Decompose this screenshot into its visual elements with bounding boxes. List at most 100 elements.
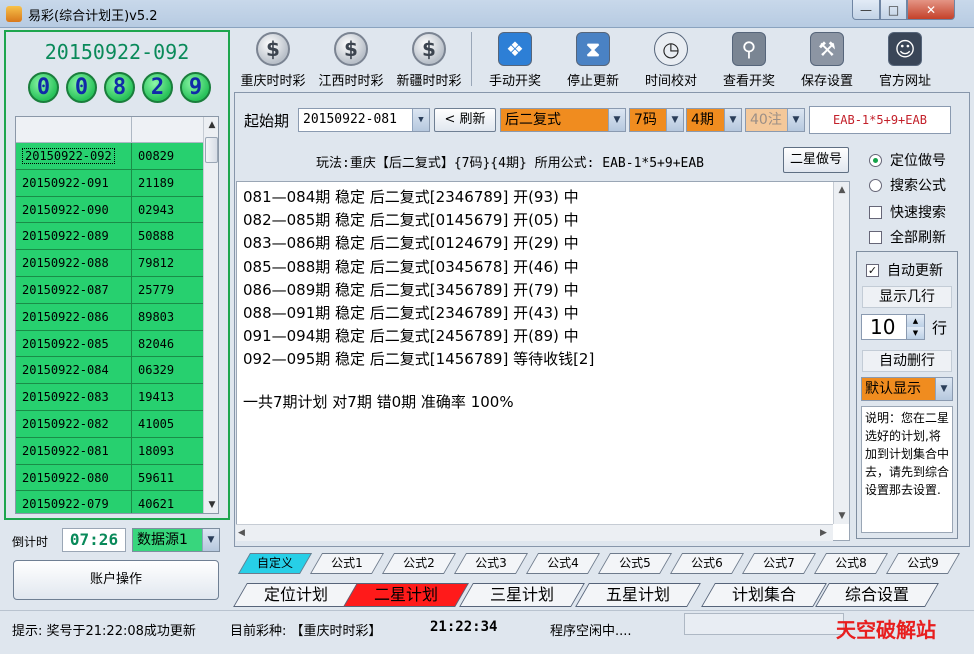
- minimize-button[interactable]: —: [852, 0, 880, 20]
- formula-tab-0[interactable]: 自定义: [237, 553, 313, 574]
- history-table[interactable]: 20150922-092 00829 20150922-091 21189 201509…: [15, 116, 219, 514]
- chevron-down-icon[interactable]: ▼: [724, 109, 741, 131]
- table-row[interactable]: 20150922-081 18093: [16, 437, 203, 465]
- period-text: 20150922-086: [22, 309, 109, 324]
- checkbox-unchecked-icon[interactable]: [869, 205, 882, 219]
- table-row[interactable]: 20150922-085 82046: [16, 330, 203, 358]
- plan-tab-4[interactable]: 计划集合: [701, 583, 827, 607]
- start-period-select[interactable]: 20150922-081 ▼: [298, 108, 430, 132]
- close-button[interactable]: ✕: [907, 0, 955, 20]
- window-title: 易彩(综合计划王)v5.2: [28, 9, 158, 24]
- table-row[interactable]: 20150922-082 41005: [16, 411, 203, 438]
- checkbox-refresh-all[interactable]: 全部刷新: [869, 227, 946, 247]
- radio-position-mode[interactable]: 定位做号: [869, 150, 946, 170]
- toolbar-button-6[interactable]: ◷ 时间校对: [632, 32, 710, 89]
- plan-tab-0[interactable]: 定位计划: [233, 583, 359, 607]
- bets-select[interactable]: 40注 ▼: [745, 108, 805, 132]
- display-mode-select[interactable]: 默认显示 ▼: [861, 377, 953, 401]
- plan-tab-5[interactable]: 综合设置: [815, 583, 939, 607]
- toolbar-label: 重庆时时彩: [240, 74, 306, 89]
- table-scrollbar[interactable]: ▲ ▼: [203, 117, 218, 513]
- table-row[interactable]: 20150922-087 25779: [16, 277, 203, 304]
- toolbar-button-4[interactable]: ❖ 手动开奖: [476, 32, 554, 89]
- formula-tab-6[interactable]: 公式6: [669, 553, 745, 574]
- toolbar-button-7[interactable]: ⚲ 查看开奖: [710, 32, 788, 89]
- watermark-text: 天空破解站: [836, 618, 936, 642]
- toolbar-label: 新疆时时彩: [396, 74, 462, 89]
- scroll-down-icon[interactable]: ▼: [204, 497, 218, 513]
- scroll-up-icon[interactable]: ▲: [204, 117, 218, 133]
- radio-selected-icon[interactable]: [869, 153, 882, 167]
- results-horizontal-scrollbar[interactable]: ◀ ▶: [236, 524, 833, 541]
- dollar-coin-icon: $: [256, 32, 290, 66]
- checkbox-quick-search[interactable]: 快速搜索: [869, 202, 946, 222]
- plan-tab-1[interactable]: 二星计划: [343, 583, 469, 607]
- chevron-down-icon[interactable]: ▼: [666, 109, 683, 131]
- checkbox-checked-icon[interactable]: ✓: [866, 263, 879, 277]
- formula-tab-8[interactable]: 公式8: [813, 553, 889, 574]
- table-row[interactable]: 20150922-079 40621: [16, 491, 203, 513]
- scroll-up-icon[interactable]: ▲: [834, 182, 850, 198]
- datasource-select[interactable]: 数据源1 ▼: [132, 528, 220, 552]
- period-cell: 20150922-089: [16, 223, 132, 251]
- checkbox-auto-update[interactable]: ✓ 自动更新: [866, 260, 943, 280]
- scroll-thumb[interactable]: [205, 137, 218, 163]
- checkbox-unchecked-icon[interactable]: [869, 230, 882, 244]
- table-row[interactable]: 20150922-088 79812: [16, 250, 203, 277]
- formula-tab-5[interactable]: 公式5: [597, 553, 673, 574]
- table-row[interactable]: 20150922-083 19413: [16, 384, 203, 411]
- play-type-select[interactable]: 后二复式 ▼: [500, 108, 626, 132]
- formula-tab-3[interactable]: 公式3: [453, 553, 529, 574]
- code-cell: 18093: [132, 437, 203, 465]
- plan-results-textarea[interactable]: 081—084期 稳定 后二复式[2346789] 开(93) 中 082—085…: [236, 181, 850, 541]
- formula-tab-7[interactable]: 公式7: [741, 553, 817, 574]
- code-cell: 06329: [132, 357, 203, 385]
- chevron-down-icon[interactable]: ▼: [787, 109, 804, 131]
- scroll-down-icon[interactable]: ▼: [834, 508, 850, 524]
- formula-tab-9[interactable]: 公式9: [885, 553, 961, 574]
- scroll-right-icon[interactable]: ▶: [820, 525, 827, 542]
- radio-unselected-icon[interactable]: [869, 178, 882, 192]
- codes-select[interactable]: 7码 ▼: [629, 108, 684, 132]
- code-cell: 25779: [132, 277, 203, 304]
- chevron-down-icon[interactable]: ▼: [202, 529, 219, 551]
- table-row[interactable]: 20150922-091 21189: [16, 169, 203, 197]
- periods-select[interactable]: 4期 ▼: [686, 108, 742, 132]
- formula-tab-1[interactable]: 公式1: [309, 553, 385, 574]
- formula-tab-4[interactable]: 公式4: [525, 553, 601, 574]
- plan-tab-2[interactable]: 三星计划: [459, 583, 585, 607]
- scroll-left-icon[interactable]: ◀: [238, 525, 245, 542]
- codes-value: 7码: [634, 112, 657, 128]
- toolbar-button-1[interactable]: $ 重庆时时彩: [234, 32, 312, 89]
- spin-up-icon[interactable]: ▲: [906, 315, 924, 327]
- toolbar-label: 停止更新: [566, 74, 619, 89]
- refresh-button[interactable]: < 刷新: [434, 108, 496, 132]
- spin-down-icon[interactable]: ▼: [906, 327, 924, 339]
- radio-search-formula[interactable]: 搜索公式: [869, 175, 946, 195]
- maximize-button[interactable]: □: [880, 0, 907, 20]
- toolbar-button-8[interactable]: ⚒ 保存设置: [788, 32, 866, 89]
- table-row[interactable]: 20150922-089 50888: [16, 223, 203, 251]
- table-row[interactable]: 20150922-080 59611: [16, 464, 203, 492]
- toolbar-button-3[interactable]: $ 新疆时时彩: [390, 32, 468, 89]
- play-info-text: 玩法:重庆【后二复式】{7码}{4期} 所用公式: EAB-1*5+9+EAB: [316, 156, 705, 171]
- results-vertical-scrollbar[interactable]: ▲ ▼: [833, 182, 849, 524]
- table-row[interactable]: 20150922-092 00829: [16, 143, 203, 170]
- period-cell: 20150922-085: [16, 330, 132, 358]
- chevron-down-icon[interactable]: ▼: [412, 109, 429, 131]
- code-cell: 02943: [132, 196, 203, 224]
- table-row[interactable]: 20150922-084 06329: [16, 357, 203, 385]
- table-row[interactable]: 20150922-090 02943: [16, 196, 203, 224]
- toolbar-button-9[interactable]: ☺ 官方网址: [866, 32, 944, 89]
- erxing-make-button[interactable]: 二星做号: [783, 147, 849, 173]
- toolbar-button-2[interactable]: $ 江西时时彩: [312, 32, 390, 89]
- chevron-down-icon[interactable]: ▼: [935, 378, 952, 400]
- toolbar-button-5[interactable]: ⧗ 停止更新: [554, 32, 632, 89]
- plan-tab-3[interactable]: 五星计划: [575, 583, 701, 607]
- formula-tab-label: 公式5: [619, 556, 651, 570]
- table-row[interactable]: 20150922-086 89803: [16, 303, 203, 331]
- account-button[interactable]: 账户操作: [13, 560, 219, 600]
- formula-tab-2[interactable]: 公式2: [381, 553, 457, 574]
- chevron-down-icon[interactable]: ▼: [608, 109, 625, 131]
- period-cell: 20150922-088: [16, 250, 132, 277]
